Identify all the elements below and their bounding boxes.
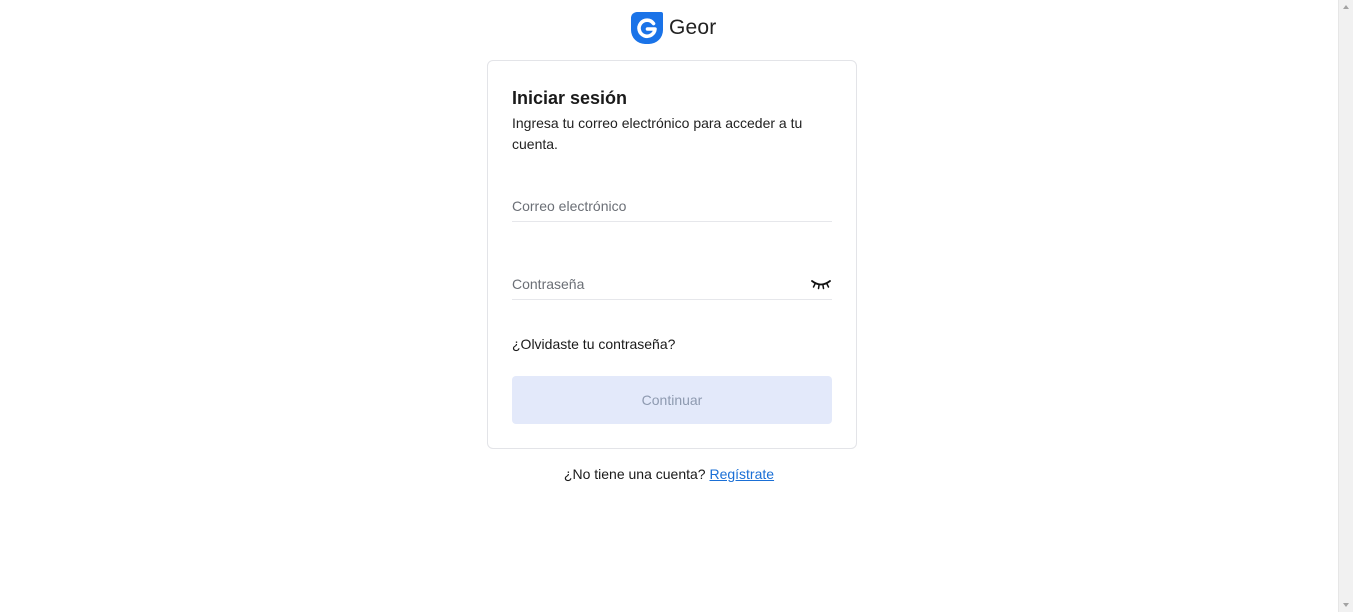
login-card: Iniciar sesión Ingresa tu correo electró…: [487, 60, 857, 449]
brand-header: Geor: [631, 12, 717, 44]
email-field-container: [512, 190, 832, 222]
eye-closed-icon[interactable]: [810, 276, 832, 292]
password-field-container: [512, 268, 832, 300]
brand-name: Geor: [669, 16, 717, 39]
signup-link[interactable]: Regístrate: [709, 466, 774, 482]
continue-button[interactable]: Continuar: [512, 376, 832, 424]
signup-prompt: ¿No tiene una cuenta? Regístrate: [0, 466, 1338, 482]
login-title: Iniciar sesión: [512, 88, 628, 108]
vertical-scrollbar[interactable]: [1338, 0, 1353, 612]
login-page: Geor Iniciar sesión Ingresa tu correo el…: [0, 0, 1353, 612]
geor-logo-icon: [631, 12, 663, 44]
scroll-down-arrow-icon[interactable]: [1343, 603, 1349, 607]
forgot-password-link[interactable]: ¿Olvidaste tu contraseña?: [512, 336, 675, 352]
email-field[interactable]: [512, 190, 832, 221]
login-subtitle: Ingresa tu correo electrónico para acced…: [512, 115, 803, 152]
signup-prompt-text: ¿No tiene una cuenta?: [563, 466, 710, 482]
password-field[interactable]: [512, 268, 832, 299]
scroll-up-arrow-icon[interactable]: [1343, 5, 1349, 9]
